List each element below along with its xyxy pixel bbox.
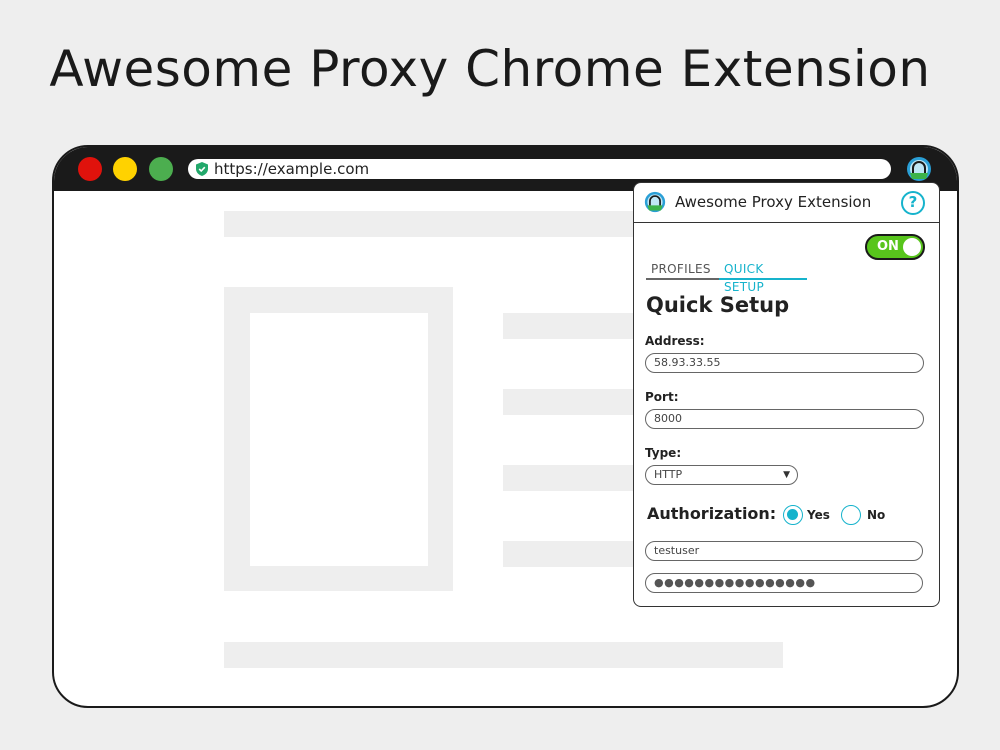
toggle-knob [903,238,921,256]
proxy-extension-popup: Awesome Proxy Extension ? ON PROFILES QU… [633,182,940,607]
placeholder-text-line [503,465,643,491]
tab-quick-setup[interactable]: QUICK SETUP [719,260,807,294]
close-window-button[interactable] [78,157,102,181]
placeholder-text-line [503,313,643,339]
secure-shield-icon [196,162,208,176]
chevron-down-icon: ▼ [783,470,790,480]
placeholder-text-line [503,389,643,415]
password-field[interactable]: ●●●●●●●●●●●●●●●● [645,573,923,593]
port-field[interactable]: 8000 [645,409,924,429]
auth-no-radio[interactable] [841,505,861,525]
popup-title: Awesome Proxy Extension [675,193,872,211]
section-title: Quick Setup [646,293,790,317]
type-select[interactable]: HTTP ▼ [645,465,798,485]
url-text: https://example.com [214,160,370,178]
username-field[interactable]: testuser [645,541,923,561]
help-icon[interactable]: ? [901,191,925,215]
maximize-window-button[interactable] [149,157,173,181]
address-label: Address: [645,334,705,348]
port-label: Port: [645,390,679,404]
address-bar[interactable]: https://example.com [188,159,891,179]
proxy-on-toggle[interactable]: ON [865,234,925,260]
type-label: Type: [645,446,682,460]
placeholder-heading-bar [224,211,636,237]
address-field[interactable]: 58.93.33.55 [645,353,924,373]
toggle-label: ON [877,239,899,254]
type-select-value: HTTP [654,468,683,481]
proxy-logo-icon [644,191,666,213]
auth-yes-label: Yes [807,508,830,522]
auth-no-label: No [867,508,886,522]
placeholder-text-line [503,541,643,567]
placeholder-footer-bar [224,642,783,668]
proxy-extension-icon[interactable] [906,156,932,182]
popup-header: Awesome Proxy Extension ? [634,183,939,223]
auth-yes-radio[interactable] [783,505,803,525]
placeholder-image-inner [250,313,428,566]
authorization-label: Authorization: [647,504,777,523]
tab-profiles[interactable]: PROFILES [646,260,719,280]
page-headline: Awesome Proxy Chrome Extension [49,40,931,98]
minimize-window-button[interactable] [113,157,137,181]
